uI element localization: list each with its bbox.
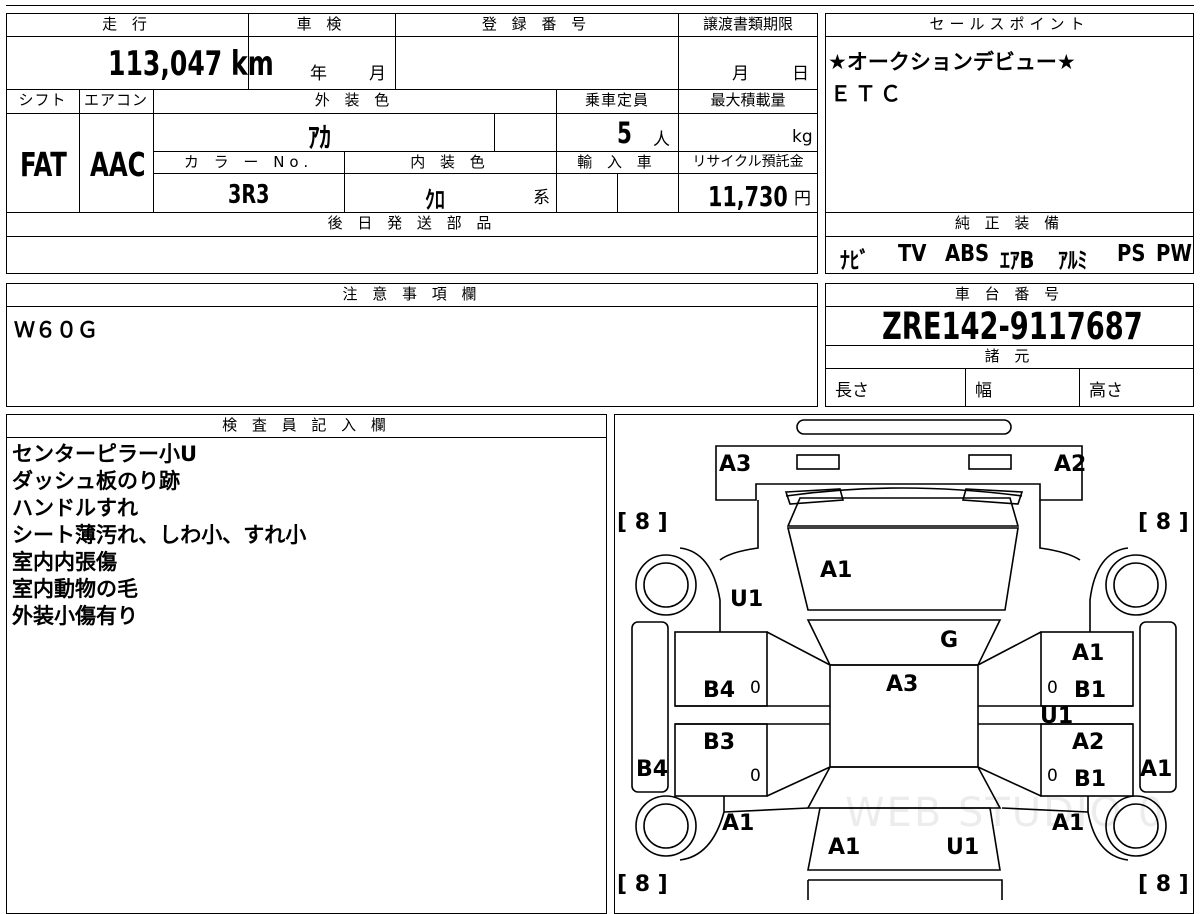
later-parts-label: 後 日 発 送 部 品	[327, 214, 497, 232]
sales-point-line-1: ★オークションデビュー★	[828, 50, 1076, 74]
equip-pw: PW	[1156, 241, 1192, 267]
color-no-label: カ ラ ー No.	[183, 153, 314, 171]
damage-code: A1	[1140, 757, 1173, 782]
zero-mark: 0	[1047, 678, 1058, 698]
capacity-unit: 人	[653, 130, 670, 150]
recycle-unit: 円	[794, 189, 811, 209]
inspector-note: センターピラー小U	[12, 442, 198, 466]
inspection-year-unit: 年	[310, 64, 327, 84]
transfer-day-unit: 日	[792, 64, 809, 84]
chassis-number: ZRE142-9117687	[882, 305, 1143, 348]
transfer-month-unit: 月	[732, 64, 749, 84]
height-label: 高さ	[1089, 381, 1123, 401]
zero-mark: 0	[750, 766, 761, 786]
damage-code: A3	[886, 672, 919, 697]
zero-mark: 0	[750, 678, 761, 698]
shift-value: FAT	[20, 145, 67, 184]
inspector-notes: センターピラー小U ダッシュ板のり跡 ハンドルすれ シート薄汚れ、しわ小、すれ小…	[12, 441, 306, 630]
capacity-label: 乗車定員	[584, 91, 649, 109]
width-label: 幅	[975, 381, 992, 401]
inspector-label: 検 査 員 記 入 欄	[222, 416, 391, 434]
top-sliver	[6, 0, 1194, 6]
chassis-label: 車 台 番 号	[954, 285, 1065, 303]
damage-code: U1	[1040, 704, 1074, 729]
equip-abs: ABS	[945, 241, 990, 267]
damage-code: A1	[820, 558, 853, 583]
tread-mark-rear-left: [ 8 ]	[617, 510, 668, 535]
exterior-color-label: 外 装 色	[314, 91, 395, 109]
tread-mark-front-right: [ 8 ]	[1138, 872, 1189, 897]
damage-code: U1	[946, 835, 980, 860]
damage-code: A3	[719, 452, 752, 477]
sales-point-line-2: ＥＴＣ	[830, 82, 905, 106]
color-no-value: 3R3	[228, 180, 270, 210]
inspector-note: 室内動物の毛	[12, 577, 138, 601]
specs-label: 諸 元	[984, 347, 1035, 365]
aircon-label: エアコン	[83, 91, 148, 109]
capacity-value: 5	[617, 116, 632, 150]
inspector-note: 室内内張傷	[12, 550, 117, 574]
equip-navi: ﾅﾋﾞ	[840, 248, 870, 274]
zero-mark: 0	[1047, 766, 1058, 786]
import-label: 輸 入 車	[577, 153, 657, 171]
inspector-note: ダッシュ板のり跡	[12, 469, 180, 493]
tread-mark-rear-right: [ 8 ]	[1138, 510, 1189, 535]
max-load-unit: kg	[792, 127, 813, 147]
sales-points-label: セールスポイント	[929, 15, 1090, 33]
interior-color-label: 内 装 色	[410, 153, 490, 171]
mileage-label: 走 行	[102, 15, 152, 33]
registration-label: 登 録 番 号	[481, 15, 592, 33]
transfer-deadline-label: 譲渡書類期限	[702, 15, 793, 33]
recycle-label: リサイクル預託金	[692, 154, 804, 170]
inspection-label: 車 検	[296, 15, 347, 33]
damage-code: A1	[828, 835, 861, 860]
watermark: WEB STUDIO 0	[845, 790, 1166, 836]
damage-code: B1	[1074, 678, 1107, 703]
damage-code: A2	[1072, 730, 1105, 755]
max-load-label: 最大積載量	[710, 91, 786, 109]
notes-label: 注 意 事 項 欄	[342, 285, 482, 303]
exterior-color-value: ｱｶ	[308, 121, 331, 154]
inspector-note: シート薄汚れ、しわ小、すれ小	[12, 523, 307, 547]
mileage-value: 113,047 km	[108, 44, 274, 84]
equip-alloy: ｱﾙﾐ	[1058, 248, 1088, 274]
equip-tv: TV	[898, 241, 927, 267]
inspector-note: ハンドルすれ	[12, 496, 138, 520]
inspector-note: 外装小傷有り	[12, 604, 138, 628]
shift-label: シフト	[18, 91, 67, 109]
damage-code: U1	[730, 587, 764, 612]
damage-code: A1	[1072, 641, 1105, 666]
equipment-label: 純 正 装 備	[954, 214, 1065, 232]
damage-code: B3	[703, 730, 736, 755]
equip-ps: PS	[1117, 241, 1146, 267]
recycle-fee-value: 11,730	[708, 180, 788, 213]
damage-code: B4	[636, 757, 669, 782]
damage-code: A2	[1054, 452, 1087, 477]
interior-color-suffix: 系	[533, 188, 550, 208]
length-label: 長さ	[835, 381, 869, 401]
aircon-value: AAC	[90, 145, 146, 184]
equip-airbag: ｴｱB	[1000, 248, 1035, 274]
damage-code: G	[940, 628, 959, 653]
inspection-month-unit: 月	[369, 64, 386, 84]
damage-code: B1	[1074, 767, 1107, 792]
interior-color-value: ｸﾛ	[425, 186, 445, 214]
notes-text: Ｗ６０Ｇ	[14, 318, 98, 342]
damage-code: A1	[722, 811, 755, 836]
tread-mark-front-left: [ 8 ]	[617, 872, 668, 897]
damage-code: B4	[703, 678, 736, 703]
